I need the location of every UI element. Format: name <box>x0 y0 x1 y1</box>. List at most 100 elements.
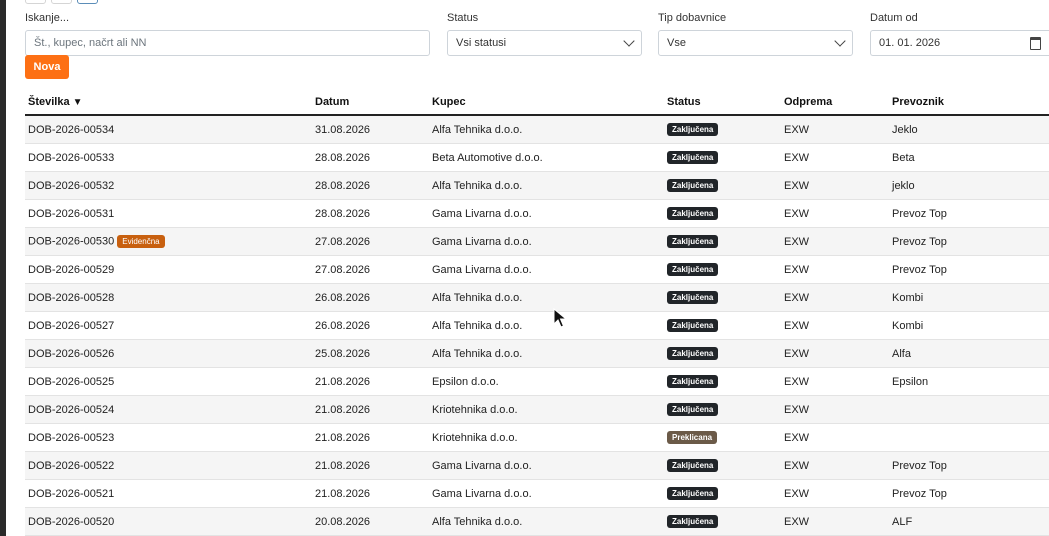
delivery-number[interactable]: DOB-2026-00531 <box>28 208 114 220</box>
type-select[interactable]: Vse <box>658 30 853 56</box>
cell-date: 27.08.2026 <box>312 227 429 256</box>
cell-number[interactable]: DOB-2026-00531 <box>25 199 312 228</box>
table-row[interactable]: DOB-2026-00524 21.08.2026 Kriotehnika d.o.… <box>25 395 1049 424</box>
calendar-icon[interactable] <box>1030 36 1041 50</box>
status-badge: Zaključena <box>667 347 719 360</box>
table-row[interactable]: DOB-2026-00529 27.08.2026 Gama Livarna d.o… <box>25 255 1049 284</box>
cell-date: 25.08.2026 <box>312 339 429 368</box>
column-header-date[interactable]: Datum <box>312 90 429 116</box>
table-row[interactable]: DOB-2026-00523 21.08.2026 Kriotehnika d.o.… <box>25 423 1049 452</box>
view-toggle-button[interactable] <box>25 0 46 4</box>
delivery-number[interactable]: DOB-2026-00527 <box>28 320 114 332</box>
delivery-number[interactable]: DOB-2026-00525 <box>28 376 114 388</box>
table-row[interactable]: DOB-2026-00532 28.08.2026 Alfa Tehnika d.o… <box>25 171 1049 200</box>
cell-number[interactable]: DOB-2026-00533 <box>25 143 312 172</box>
table-row[interactable]: DOB-2026-00525 21.08.2026 Epsilon d.o.o. Za… <box>25 367 1049 396</box>
cell-carrier: jeklo <box>889 171 1049 200</box>
delivery-number[interactable]: DOB-2026-00523 <box>28 432 114 444</box>
cell-date: 20.08.2026 <box>312 507 429 536</box>
cell-carrier: Kombi <box>889 283 1049 312</box>
column-header-status[interactable]: Status <box>664 90 781 116</box>
column-header-carrier[interactable]: Prevoznik <box>889 90 1049 116</box>
cell-date: 26.08.2026 <box>312 283 429 312</box>
delivery-number[interactable]: DOB-2026-00533 <box>28 152 114 164</box>
cell-carrier: Prevoz Top <box>889 451 1049 480</box>
table-row[interactable]: DOB-2026-00520 20.08.2026 Alfa Tehnika d.o… <box>25 507 1049 536</box>
table-row[interactable]: DOB-2026-00526 25.08.2026 Alfa Tehnika d.o… <box>25 339 1049 368</box>
cell-number[interactable]: DOB-2026-00521 <box>25 479 312 508</box>
cell-status: Zaključena <box>664 115 781 144</box>
cell-number[interactable]: DOB-2026-00527 <box>25 311 312 340</box>
cell-carrier: Beta <box>889 143 1049 172</box>
delivery-number[interactable]: DOB-2026-00522 <box>28 460 114 472</box>
table-row[interactable]: DOB-2026-00534 31.08.2026 Alfa Tehnika d.o… <box>25 115 1049 144</box>
cell-carrier <box>889 423 1049 452</box>
cell-shipping: EXW <box>781 255 889 284</box>
table-row[interactable]: DOB-2026-00531 28.08.2026 Gama Livarna d.o… <box>25 199 1049 228</box>
date-from-input[interactable]: 01. 01. 2026 <box>870 30 1049 56</box>
delivery-number[interactable]: DOB-2026-00528 <box>28 292 114 304</box>
cell-number[interactable]: DOB-2026-00520 <box>25 507 312 536</box>
cell-carrier: ALF <box>889 507 1049 536</box>
cell-status: Zaključena <box>664 171 781 200</box>
delivery-number[interactable]: DOB-2026-00529 <box>28 264 114 276</box>
cell-date: 21.08.2026 <box>312 451 429 480</box>
table-row[interactable]: DOB-2026-00527 26.08.2026 Alfa Tehnika d.o… <box>25 311 1049 340</box>
cell-customer: Beta Automotive d.o.o. <box>429 143 664 172</box>
status-select[interactable]: Vsi statusi <box>447 30 642 56</box>
cell-date: 26.08.2026 <box>312 311 429 340</box>
date-from-value: 01. 01. 2026 <box>879 37 941 49</box>
delivery-number[interactable]: DOB-2026-00524 <box>28 404 114 416</box>
column-header-number[interactable]: Številka ▼ <box>25 90 312 116</box>
status-filter: Status Vsi statusi <box>447 12 642 56</box>
view-toggle-button[interactable] <box>77 0 98 4</box>
column-header-customer[interactable]: Kupec <box>429 90 664 116</box>
column-header-shipping[interactable]: Odprema <box>781 90 889 116</box>
cell-carrier: Prevoz Top <box>889 227 1049 256</box>
search-input[interactable]: Št., kupec, načrt ali NN <box>25 30 430 56</box>
table-row[interactable]: DOB-2026-00533 28.08.2026 Beta Automotive … <box>25 143 1049 172</box>
table-row[interactable]: DOB-2026-00521 21.08.2026 Gama Livarna d.o… <box>25 479 1049 508</box>
cell-customer: Gama Livarna d.o.o. <box>429 227 664 256</box>
cell-status: Zaključena <box>664 311 781 340</box>
cell-number[interactable]: DOB-2026-00528 <box>25 283 312 312</box>
cell-date: 21.08.2026 <box>312 367 429 396</box>
cell-number[interactable]: DOB-2026-00522 <box>25 451 312 480</box>
status-badge: Zaključena <box>667 151 719 164</box>
status-badge: Zaključena <box>667 515 719 528</box>
delivery-notes-table: Številka ▼ Datum Kupec Status Odprema Pr… <box>25 90 1049 536</box>
cell-status: Zaključena <box>664 479 781 508</box>
delivery-number[interactable]: DOB-2026-00530 <box>28 235 114 247</box>
table-row[interactable]: DOB-2026-00530 Evidenčna 27.08.2026 Gama Li… <box>25 227 1049 256</box>
delivery-number[interactable]: DOB-2026-00521 <box>28 488 114 500</box>
view-toggle-group <box>25 0 98 4</box>
cell-date: 28.08.2026 <box>312 199 429 228</box>
status-badge: Zaključena <box>667 179 719 192</box>
table-row[interactable]: DOB-2026-00522 21.08.2026 Gama Livarna d.o… <box>25 451 1049 480</box>
cell-status: Preklicana <box>664 423 781 452</box>
cell-number[interactable]: DOB-2026-00530 Evidenčna <box>25 227 312 256</box>
delivery-number[interactable]: DOB-2026-00532 <box>28 180 114 192</box>
cell-number[interactable]: DOB-2026-00523 <box>25 423 312 452</box>
cell-status: Zaključena <box>664 395 781 424</box>
status-badge: Zaključena <box>667 207 719 220</box>
delivery-number[interactable]: DOB-2026-00520 <box>28 516 114 528</box>
table-row[interactable]: DOB-2026-00528 26.08.2026 Alfa Tehnika d.o… <box>25 283 1049 312</box>
new-delivery-button[interactable]: Nova <box>25 55 69 79</box>
delivery-number[interactable]: DOB-2026-00526 <box>28 348 114 360</box>
cell-number[interactable]: DOB-2026-00526 <box>25 339 312 368</box>
status-badge: Preklicana <box>667 431 718 444</box>
cell-status: Zaključena <box>664 507 781 536</box>
cell-number[interactable]: DOB-2026-00529 <box>25 255 312 284</box>
cell-shipping: EXW <box>781 227 889 256</box>
cell-date: 27.08.2026 <box>312 255 429 284</box>
status-badge: Zaključena <box>667 123 719 136</box>
view-toggle-button[interactable] <box>51 0 72 4</box>
cell-carrier: Prevoz Top <box>889 479 1049 508</box>
cell-number[interactable]: DOB-2026-00524 <box>25 395 312 424</box>
table-header-row: Številka ▼ Datum Kupec Status Odprema Pr… <box>25 90 1049 116</box>
cell-number[interactable]: DOB-2026-00534 <box>25 115 312 144</box>
cell-number[interactable]: DOB-2026-00532 <box>25 171 312 200</box>
delivery-number[interactable]: DOB-2026-00534 <box>28 124 114 136</box>
cell-number[interactable]: DOB-2026-00525 <box>25 367 312 396</box>
